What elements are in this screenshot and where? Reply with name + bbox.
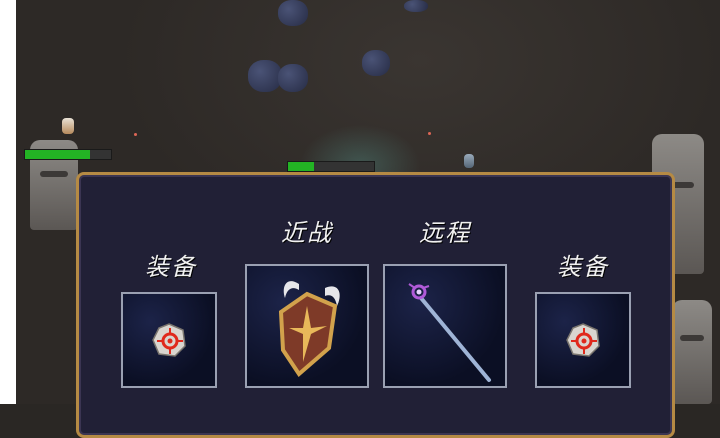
rock [278,0,308,26]
winged-shield-icon [278,281,340,377]
enemy-character [464,154,474,168]
ally-health-fill [288,162,314,171]
rock [362,50,390,76]
melee-weapon-slot[interactable] [245,264,369,388]
left-equip-label: 装备 [145,253,197,281]
melee-label: 近战 [281,219,333,247]
screen-edge [0,0,16,404]
spark [428,132,431,135]
spark [134,133,137,136]
ranged-weapon-slot[interactable] [383,264,507,388]
enemy-health-bar [24,149,112,160]
rock [248,60,282,92]
player-character [62,118,74,134]
ranged-label: 远程 [419,219,471,247]
rune-stone-icon [152,323,186,357]
right-equip-label: 装备 [557,253,609,281]
left-equip-slot[interactable] [121,292,217,388]
enemy-health-fill [25,150,90,159]
rock [278,64,308,92]
right-equip-slot[interactable] [535,292,631,388]
moai-statue [672,300,712,404]
ally-health-bar [287,161,375,172]
rock [404,0,428,12]
rune-stone-icon [566,323,600,357]
magic-staff-icon [408,283,491,382]
equipment-panel: 装备 近战 远程 装备 [76,172,675,438]
